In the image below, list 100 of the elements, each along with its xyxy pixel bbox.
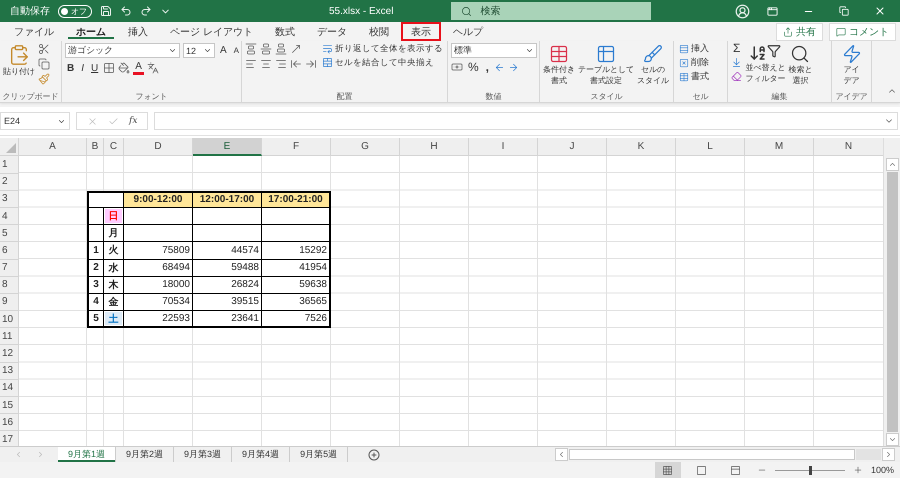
column-header[interactable]: L bbox=[676, 138, 745, 156]
increase-decimal-icon[interactable] bbox=[494, 62, 506, 73]
column-header[interactable]: A bbox=[19, 138, 87, 156]
style-button[interactable]: 条件付き 書式 bbox=[543, 43, 575, 88]
column-header[interactable]: N bbox=[814, 138, 884, 156]
column-header[interactable]: F bbox=[262, 138, 331, 156]
cells-button[interactable]: 削除 bbox=[677, 57, 711, 68]
column-header[interactable]: K bbox=[607, 138, 676, 156]
font-name-field[interactable]: 游ゴシック bbox=[65, 43, 180, 58]
row-header[interactable]: 3 bbox=[0, 190, 19, 208]
cells-button[interactable]: 挿入 bbox=[677, 43, 711, 54]
column-header[interactable]: E bbox=[193, 138, 262, 156]
decrease-decimal-icon[interactable] bbox=[508, 62, 520, 73]
decrease-indent-icon[interactable] bbox=[290, 58, 302, 70]
align-middle-icon[interactable] bbox=[260, 43, 272, 56]
phonetic-icon[interactable] bbox=[146, 62, 159, 74]
cells-button[interactable]: 書式 bbox=[677, 71, 711, 82]
comma-button[interactable]: , bbox=[484, 62, 492, 73]
format-painter-icon[interactable] bbox=[38, 73, 50, 86]
grow-font-button[interactable]: A bbox=[218, 45, 229, 56]
column-header[interactable]: G bbox=[331, 138, 400, 156]
align-bottom-icon[interactable] bbox=[275, 43, 287, 56]
borders-icon[interactable] bbox=[103, 62, 116, 74]
row-header[interactable]: 9 bbox=[0, 294, 19, 312]
currency-icon[interactable] bbox=[451, 61, 463, 74]
font-color-button[interactable]: A bbox=[133, 61, 144, 76]
percent-button[interactable]: % bbox=[466, 62, 481, 73]
formula-input[interactable] bbox=[154, 112, 898, 130]
ribbon-tab[interactable]: 表示 bbox=[400, 22, 441, 42]
ribbon-tab[interactable]: 校閲 bbox=[358, 22, 399, 42]
column-header[interactable]: B bbox=[87, 138, 104, 156]
ribbon-tab[interactable]: 挿入 bbox=[118, 22, 158, 42]
share-button[interactable]: 共有 bbox=[776, 23, 823, 42]
style-button[interactable]: セルの スタイル bbox=[637, 43, 669, 88]
row-header[interactable]: 11 bbox=[0, 328, 19, 346]
search-field[interactable]: 検索 bbox=[451, 2, 652, 20]
zoom-in-icon[interactable] bbox=[852, 465, 863, 475]
align-right-icon[interactable] bbox=[275, 58, 287, 70]
name-box[interactable]: E24 bbox=[0, 112, 70, 130]
row-header[interactable]: 16 bbox=[0, 414, 19, 432]
redo-icon[interactable] bbox=[140, 5, 152, 17]
scrollbar-thumb[interactable] bbox=[569, 449, 855, 460]
insert-function-button[interactable]: fx bbox=[129, 116, 138, 126]
ideas-button[interactable]: アイ デア bbox=[842, 43, 862, 88]
autosum-button[interactable]: Σ bbox=[731, 43, 742, 54]
add-sheet-icon[interactable] bbox=[368, 447, 380, 462]
font-size-field[interactable]: 12 bbox=[183, 43, 215, 58]
sheet-tab[interactable]: 9月第1週 bbox=[58, 447, 116, 462]
scrollbar-thumb[interactable] bbox=[886, 172, 898, 432]
zoom-slider-thumb[interactable] bbox=[808, 466, 812, 474]
orientation-icon[interactable] bbox=[290, 43, 302, 56]
sort-filter-button[interactable]: 並べ替えと フィルター bbox=[745, 43, 786, 86]
style-button[interactable]: テーブルとして 書式設定 bbox=[578, 43, 634, 88]
wrap-text-button[interactable]: 折り返して全体を表示する bbox=[320, 43, 445, 54]
row-header[interactable]: 7 bbox=[0, 260, 19, 277]
paste-button[interactable]: 貼り付け bbox=[3, 43, 35, 78]
eraser-icon[interactable] bbox=[731, 71, 742, 82]
row-header[interactable]: 2 bbox=[0, 174, 19, 191]
undo-icon[interactable] bbox=[120, 5, 132, 17]
horizontal-scrollbar[interactable] bbox=[555, 447, 895, 462]
fill-color-icon[interactable] bbox=[118, 62, 130, 74]
save-icon[interactable] bbox=[100, 5, 112, 17]
row-header[interactable]: 10 bbox=[0, 311, 19, 328]
column-header[interactable]: I bbox=[469, 138, 538, 156]
column-header[interactable]: C bbox=[104, 138, 124, 156]
find-select-button[interactable]: 検索と 選択 bbox=[788, 43, 812, 88]
number-format-field[interactable]: 標準 bbox=[451, 43, 537, 58]
cut-icon[interactable] bbox=[38, 43, 50, 56]
row-header[interactable]: 8 bbox=[0, 276, 19, 294]
italic-button[interactable]: I bbox=[79, 62, 86, 74]
column-header[interactable]: J bbox=[538, 138, 607, 156]
fill-icon[interactable] bbox=[731, 57, 742, 68]
copy-icon[interactable] bbox=[38, 58, 50, 70]
underline-button[interactable]: U bbox=[89, 62, 100, 74]
row-header[interactable]: 13 bbox=[0, 362, 19, 380]
ribbon-tab[interactable]: ホーム bbox=[66, 22, 116, 42]
vertical-scrollbar[interactable] bbox=[883, 138, 900, 446]
comment-button[interactable]: コメント bbox=[829, 23, 896, 42]
ribbon-tab[interactable]: ヘルプ bbox=[442, 22, 493, 42]
ribbon-tab[interactable]: ファイル bbox=[4, 22, 64, 42]
column-header[interactable]: D bbox=[124, 138, 193, 156]
align-top-icon[interactable] bbox=[245, 43, 257, 56]
merge-center-button[interactable]: セルを結合して中央揃え bbox=[320, 57, 445, 68]
normal-view-button[interactable] bbox=[654, 462, 681, 478]
row-header[interactable]: 5 bbox=[0, 225, 19, 242]
align-center-icon[interactable] bbox=[260, 58, 272, 70]
row-header[interactable]: 1 bbox=[0, 156, 19, 174]
row-header[interactable]: 12 bbox=[0, 345, 19, 363]
increase-indent-icon[interactable] bbox=[305, 58, 317, 70]
row-header[interactable]: 14 bbox=[0, 380, 19, 397]
align-left-icon[interactable] bbox=[245, 58, 257, 70]
shrink-font-button[interactable]: A bbox=[232, 45, 242, 56]
column-header[interactable]: H bbox=[400, 138, 469, 156]
row-header[interactable]: 6 bbox=[0, 242, 19, 260]
bold-button[interactable]: B bbox=[65, 62, 76, 74]
ribbon-tab[interactable]: 数式 bbox=[264, 22, 305, 42]
column-header[interactable]: M bbox=[745, 138, 814, 156]
row-header[interactable]: 4 bbox=[0, 208, 19, 226]
ribbon-tab[interactable]: ページ レイアウト bbox=[160, 22, 263, 42]
row-header[interactable]: 15 bbox=[0, 397, 19, 414]
